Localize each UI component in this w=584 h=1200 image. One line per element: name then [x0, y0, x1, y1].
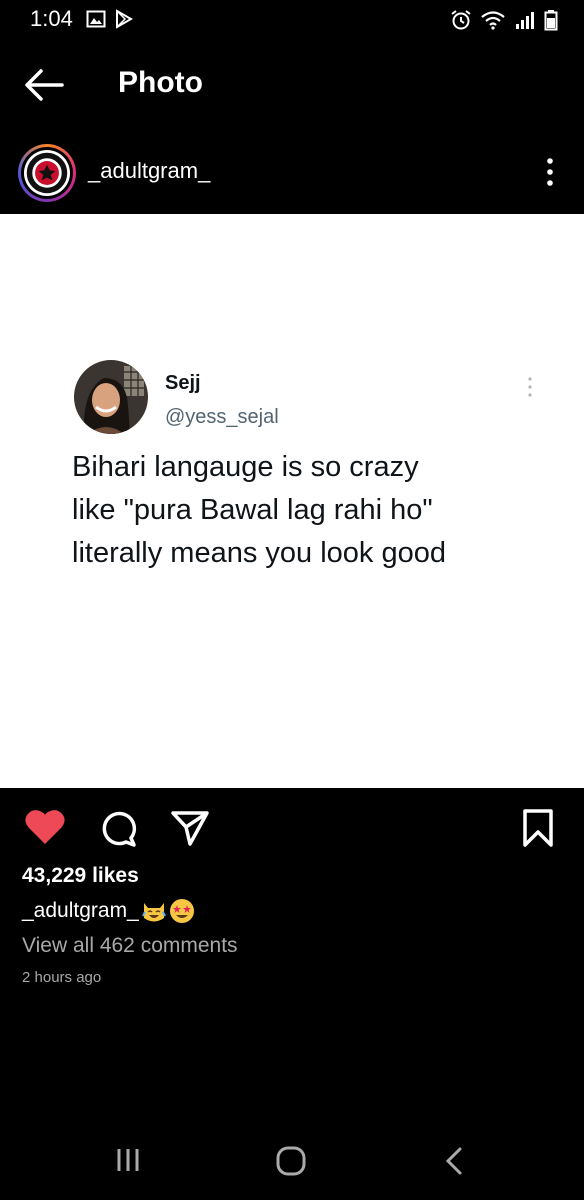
- star-struck-emoji: [169, 898, 195, 924]
- post-actions: [0, 788, 584, 864]
- back-arrow-icon: [25, 69, 64, 101]
- more-options-button[interactable]: [544, 156, 556, 188]
- signal-icon: [514, 10, 536, 35]
- tweet-author-name: Sejj: [165, 372, 201, 394]
- caption-username[interactable]: _adultgram_: [22, 899, 139, 923]
- likes-count[interactable]: 43,229 likes: [22, 864, 139, 888]
- view-all-comments-link[interactable]: View all 462 comments: [22, 934, 238, 958]
- post-username[interactable]: _adultgram_: [88, 158, 210, 184]
- system-nav-bar: [0, 1120, 584, 1200]
- comment-icon: [102, 811, 137, 847]
- back-button[interactable]: [24, 68, 64, 102]
- page-title: Photo: [118, 66, 203, 99]
- tweet-avatar: [74, 360, 148, 434]
- like-button[interactable]: [24, 808, 66, 851]
- recent-apps-button[interactable]: [114, 1146, 142, 1179]
- battery-icon: [544, 9, 558, 36]
- more-vertical-icon: [547, 158, 553, 186]
- comment-button[interactable]: [98, 808, 138, 853]
- profile-avatar[interactable]: [18, 144, 76, 202]
- post-image[interactable]: Sejj @yess_sejal Bihari langauge is so c…: [0, 214, 584, 788]
- home-button[interactable]: [276, 1146, 306, 1181]
- post-timestamp: 2 hours ago: [22, 969, 102, 986]
- post-caption: _adultgram_: [22, 898, 195, 924]
- tweet-text: Bihari langauge is so crazy like "pura B…: [72, 451, 446, 569]
- heart-icon: [25, 810, 65, 844]
- status-time: 1:04: [30, 6, 73, 31]
- back-icon: [445, 1147, 462, 1175]
- adultgram-logo: [24, 150, 70, 196]
- wifi-icon: [480, 9, 506, 36]
- post-header: _adultgram_: [0, 128, 584, 214]
- tweet-more-icon: [528, 377, 532, 397]
- gallery-icon: [86, 9, 106, 34]
- home-icon: [276, 1146, 306, 1176]
- status-bar: 1:04: [0, 0, 584, 44]
- top-app-bar: Photo: [0, 44, 584, 128]
- play-store-icon: [114, 9, 134, 34]
- send-icon: [171, 811, 209, 846]
- recent-apps-icon: [117, 1149, 139, 1171]
- share-button[interactable]: [170, 808, 210, 853]
- tweet-author-handle: @yess_sejal: [165, 406, 279, 428]
- alarm-icon: [450, 9, 472, 36]
- laughing-cat-emoji: [141, 898, 167, 924]
- bookmark-icon: [523, 809, 553, 847]
- system-back-button[interactable]: [444, 1146, 464, 1181]
- save-button[interactable]: [520, 808, 556, 853]
